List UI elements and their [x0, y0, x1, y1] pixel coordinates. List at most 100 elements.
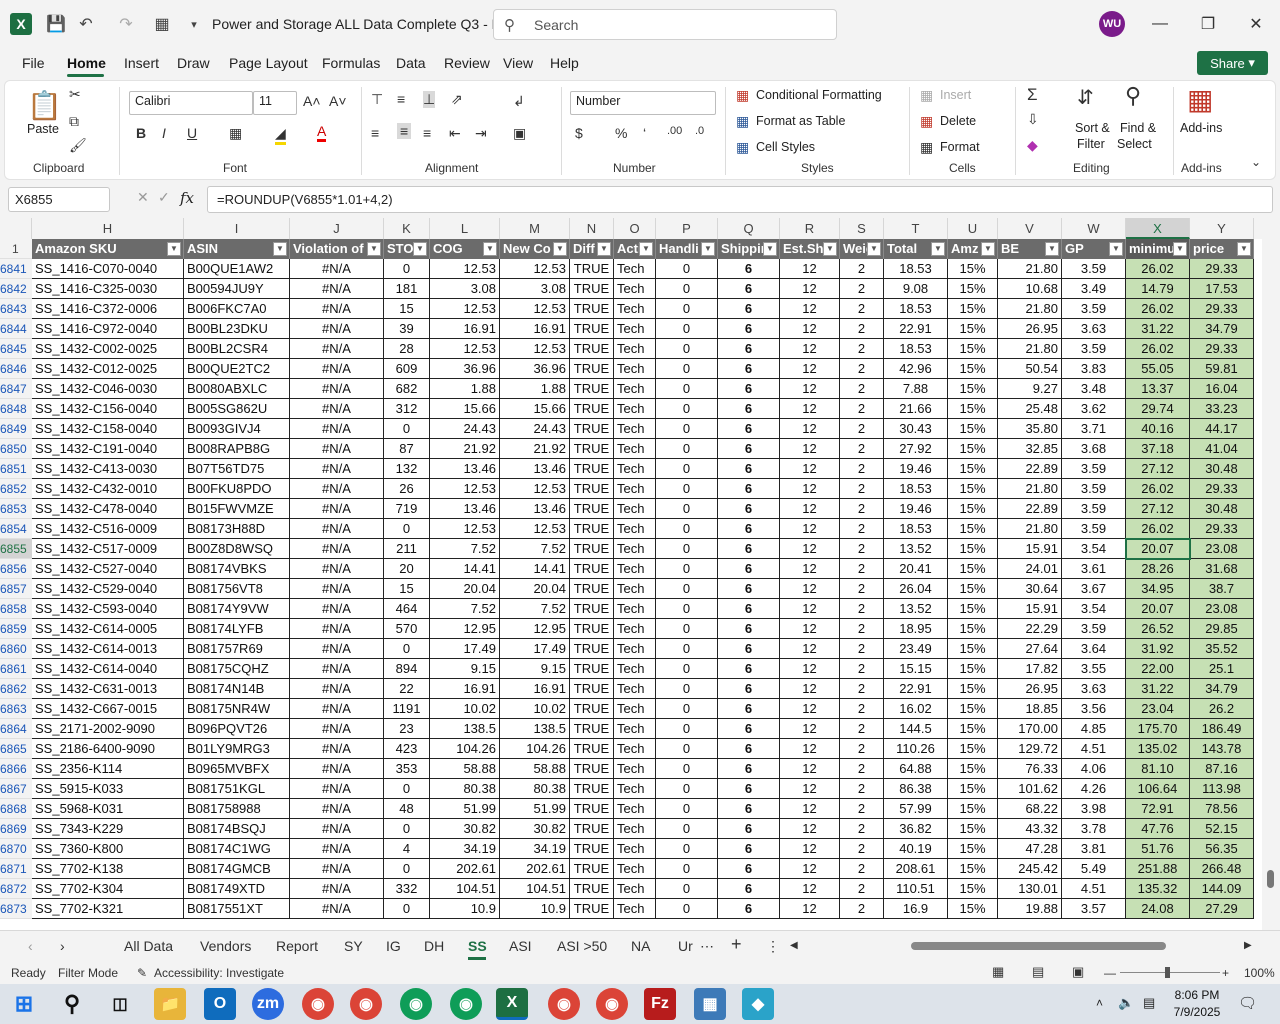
- decrease-decimal-icon[interactable]: .0: [695, 125, 704, 137]
- table-cell[interactable]: 2: [840, 719, 884, 739]
- table-cell[interactable]: 6: [718, 759, 780, 779]
- table-cell[interactable]: #N/A: [290, 359, 384, 379]
- chrome-icon[interactable]: ◉: [400, 988, 432, 1020]
- table-cell[interactable]: 18.53: [884, 519, 948, 539]
- table-cell[interactable]: 6: [718, 619, 780, 639]
- table-cell[interactable]: 9.08: [884, 279, 948, 299]
- tab-data[interactable]: Data: [396, 55, 426, 71]
- table-cell[interactable]: Tech: [614, 639, 656, 659]
- table-cell[interactable]: 24.43: [430, 419, 500, 439]
- table-cell[interactable]: 51.99: [430, 799, 500, 819]
- table-cell[interactable]: 7.52: [430, 599, 500, 619]
- table-cell[interactable]: 12: [780, 559, 840, 579]
- table-cell[interactable]: #N/A: [290, 679, 384, 699]
- table-cell[interactable]: 21.92: [500, 439, 570, 459]
- table-cell[interactable]: 30.48: [1190, 499, 1254, 519]
- table-cell[interactable]: TRUE: [570, 899, 614, 919]
- table-cell[interactable]: 76.33: [998, 759, 1062, 779]
- table-cell[interactable]: 17.53: [1190, 279, 1254, 299]
- sheet-options-icon[interactable]: ⋮: [766, 938, 780, 955]
- table-cell[interactable]: 186.49: [1190, 719, 1254, 739]
- table-cell[interactable]: 6: [718, 719, 780, 739]
- table-cell[interactable]: 26.52: [1126, 619, 1190, 639]
- tray-chevron-icon[interactable]: ˄: [1096, 996, 1103, 1010]
- filter-dropdown-icon[interactable]: ▼: [1173, 242, 1187, 256]
- table-cell[interactable]: 30.64: [998, 579, 1062, 599]
- table-cell[interactable]: 14.79: [1126, 279, 1190, 299]
- zoom-level[interactable]: 100%: [1244, 966, 1275, 980]
- conditional-formatting-button[interactable]: Conditional Formatting: [756, 88, 882, 102]
- table-cell[interactable]: 29.33: [1190, 519, 1254, 539]
- table-cell[interactable]: 14.41: [430, 559, 500, 579]
- row-header[interactable]: 6869: [0, 819, 32, 839]
- column-filter-header[interactable]: COG ▼: [430, 239, 500, 259]
- sheet-tab[interactable]: IG: [386, 938, 401, 954]
- percent-icon[interactable]: %: [615, 125, 627, 141]
- table-cell[interactable]: 20.41: [884, 559, 948, 579]
- table-cell[interactable]: Tech: [614, 459, 656, 479]
- table-cell[interactable]: 15%: [948, 699, 998, 719]
- column-header-l[interactable]: L: [430, 218, 500, 239]
- table-cell[interactable]: 570: [384, 619, 430, 639]
- table-cell[interactable]: 12: [780, 519, 840, 539]
- table-cell[interactable]: 9.27: [998, 379, 1062, 399]
- notifications-icon[interactable]: 🗨: [1238, 994, 1257, 1012]
- font-color-icon[interactable]: A: [317, 123, 327, 142]
- table-cell[interactable]: 15%: [948, 899, 998, 919]
- table-cell[interactable]: B08174GMCB: [184, 859, 290, 879]
- table-cell[interactable]: 31.22: [1126, 319, 1190, 339]
- table-cell[interactable]: 609: [384, 359, 430, 379]
- table-cell[interactable]: 12: [780, 339, 840, 359]
- table-cell[interactable]: 6: [718, 779, 780, 799]
- table-cell[interactable]: 2: [840, 319, 884, 339]
- table-cell[interactable]: SS_5968-K031: [32, 799, 184, 819]
- table-cell[interactable]: 38.7: [1190, 579, 1254, 599]
- column-header-t[interactable]: T: [884, 218, 948, 239]
- table-cell[interactable]: 86.38: [884, 779, 948, 799]
- table-cell[interactable]: 2: [840, 859, 884, 879]
- table-cell[interactable]: 6: [718, 739, 780, 759]
- table-cell[interactable]: 132: [384, 459, 430, 479]
- table-cell[interactable]: 20.04: [430, 579, 500, 599]
- table-cell[interactable]: TRUE: [570, 379, 614, 399]
- table-cell[interactable]: 12.53: [500, 259, 570, 279]
- table-cell[interactable]: 6: [718, 379, 780, 399]
- table-cell[interactable]: B00QUE1AW2: [184, 259, 290, 279]
- decrease-indent-icon[interactable]: ⇤: [449, 125, 461, 142]
- table-cell[interactable]: 19.46: [884, 459, 948, 479]
- table-cell[interactable]: SS_1432-C478-0040: [32, 499, 184, 519]
- save-icon[interactable]: 💾: [44, 12, 68, 36]
- clear-icon[interactable]: ◆: [1027, 137, 1038, 154]
- table-cell[interactable]: 18.53: [884, 299, 948, 319]
- insert-cells-button[interactable]: Insert: [940, 88, 971, 102]
- table-cell[interactable]: 31.92: [1126, 639, 1190, 659]
- table-cell[interactable]: #N/A: [290, 739, 384, 759]
- cut-icon[interactable]: ✂: [69, 86, 81, 103]
- network-icon[interactable]: ▤: [1143, 995, 1155, 1011]
- table-cell[interactable]: 0: [656, 279, 718, 299]
- table-cell[interactable]: SS_1432-C614-0013: [32, 639, 184, 659]
- number-format-select[interactable]: Number: [570, 91, 716, 115]
- table-cell[interactable]: B00FKU8PDO: [184, 479, 290, 499]
- table-cell[interactable]: 55.05: [1126, 359, 1190, 379]
- table-cell[interactable]: 6: [718, 839, 780, 859]
- table-cell[interactable]: 12: [780, 699, 840, 719]
- table-cell[interactable]: SS_1432-C631-0013: [32, 679, 184, 699]
- filter-dropdown-icon[interactable]: ▼: [981, 242, 995, 256]
- table-cell[interactable]: 15: [384, 579, 430, 599]
- table-cell[interactable]: B00Z8D8WSQ: [184, 539, 290, 559]
- paste-button[interactable]: Paste: [27, 122, 59, 136]
- table-cell[interactable]: #N/A: [290, 419, 384, 439]
- table-cell[interactable]: 12: [780, 539, 840, 559]
- page-layout-view-icon[interactable]: ▤: [1032, 964, 1044, 980]
- table-cell[interactable]: 0: [384, 779, 430, 799]
- table-cell[interactable]: Tech: [614, 379, 656, 399]
- table-cell[interactable]: TRUE: [570, 659, 614, 679]
- table-cell[interactable]: 6: [718, 539, 780, 559]
- merge-center-icon[interactable]: ▣: [513, 125, 526, 142]
- table-cell[interactable]: 0: [384, 899, 430, 919]
- table-cell[interactable]: 110.26: [884, 739, 948, 759]
- table-cell[interactable]: 15%: [948, 479, 998, 499]
- table-cell[interactable]: 2: [840, 399, 884, 419]
- table-cell[interactable]: 0: [656, 379, 718, 399]
